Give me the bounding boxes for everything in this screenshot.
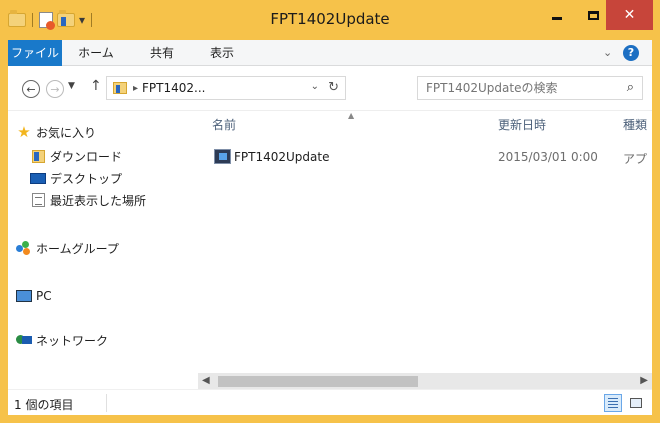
star-icon: ★ — [17, 123, 31, 141]
details-view-button[interactable] — [604, 394, 622, 412]
sidebar-item-label: デスクトップ — [50, 171, 123, 186]
navigation-bar: ← → ▼ ↑ ▸ FPT1402... ⌄ ↻ ⌕ — [8, 66, 652, 110]
file-type: アプ — [623, 152, 648, 166]
sidebar-item-label: PC — [36, 289, 52, 303]
address-bar[interactable]: ▸ FPT1402... ⌄ ↻ — [106, 76, 346, 100]
pc-icon — [16, 288, 32, 304]
file-list: 名前 ▲ 更新日時 種類 FPT1402Update 2015/03/01 0:… — [198, 111, 652, 370]
table-row[interactable]: FPT1402Update 2015/03/01 0:00 アプ — [198, 146, 652, 168]
sidebar-item-downloads[interactable]: ダウンロード — [30, 145, 122, 167]
help-icon[interactable]: ? — [623, 45, 639, 61]
sidebar-item-network[interactable]: ネットワーク — [16, 329, 108, 351]
horizontal-scrollbar[interactable]: ◀ ▶ — [198, 373, 652, 390]
column-header-date[interactable]: 更新日時 — [498, 111, 546, 139]
sidebar-item-label: 最近表示した場所 — [50, 193, 147, 208]
ribbon-tabs: ファイル ホーム 共有 表示 ⌄ ? — [8, 40, 652, 66]
address-dropdown-icon[interactable]: ⌄ — [311, 81, 319, 92]
scroll-right-icon[interactable]: ▶ — [640, 375, 648, 386]
sidebar-item-label: ダウンロード — [50, 149, 123, 164]
scroll-left-icon[interactable]: ◀ — [202, 375, 210, 386]
search-icon[interactable]: ⌕ — [627, 80, 634, 95]
breadcrumb-chevron-icon[interactable]: ▸ — [133, 83, 138, 94]
navigation-pane: ★ お気に入り ダウンロード デスクトップ 最近表示した場所 ホームグループ P… — [8, 111, 198, 390]
close-button[interactable]: ✕ — [606, 0, 653, 30]
sidebar-item-pc[interactable]: PC — [16, 285, 52, 307]
tab-file[interactable]: ファイル — [8, 40, 62, 66]
status-bar: 1 個の項目 — [8, 389, 652, 415]
address-path[interactable]: FPT1402... — [142, 81, 205, 95]
refresh-icon[interactable]: ↻ — [328, 80, 339, 95]
sidebar-item-homegroup[interactable]: ホームグループ — [16, 237, 119, 259]
tab-home[interactable]: ホーム — [70, 40, 122, 66]
close-icon: ✕ — [623, 7, 636, 23]
large-icons-view-button[interactable] — [627, 394, 645, 412]
sidebar-item-label: ホームグループ — [36, 241, 119, 256]
chevron-down-icon[interactable]: ⌄ — [603, 40, 612, 66]
folder-icon — [113, 82, 127, 94]
column-header-name[interactable]: 名前 — [212, 111, 236, 139]
explorer-window: ▾ FPT1402Update ✕ ファイル ホーム 共有 表示 ⌄ ? ← →… — [0, 0, 660, 423]
application-icon — [214, 149, 231, 164]
up-button[interactable]: ↑ — [90, 78, 102, 94]
sidebar-item-label: お気に入り — [36, 125, 97, 140]
back-button[interactable]: ← — [22, 80, 40, 98]
file-date: 2015/03/01 0:00 — [498, 150, 598, 164]
tab-share[interactable]: 共有 — [138, 40, 186, 66]
search-input[interactable] — [426, 81, 606, 95]
minimize-icon — [552, 16, 562, 20]
status-divider — [106, 394, 107, 412]
scrollbar-thumb[interactable] — [218, 376, 418, 387]
recent-places-icon — [30, 192, 46, 208]
network-icon — [16, 332, 32, 348]
title-bar: ▾ FPT1402Update ✕ — [0, 0, 660, 40]
recent-locations-icon[interactable]: ▼ — [68, 81, 75, 91]
file-name[interactable]: FPT1402Update — [234, 150, 329, 164]
sidebar-item-recent[interactable]: 最近表示した場所 — [30, 189, 146, 211]
downloads-folder-icon — [30, 148, 46, 164]
sort-ascending-icon: ▲ — [348, 111, 355, 120]
search-box[interactable]: ⌕ — [417, 76, 643, 100]
sidebar-item-label: ネットワーク — [36, 333, 109, 348]
column-header-type[interactable]: 種類 — [623, 111, 647, 139]
tab-view[interactable]: 表示 — [200, 40, 244, 66]
sidebar-item-favorites[interactable]: ★ お気に入り — [16, 121, 96, 143]
desktop-icon — [30, 170, 46, 186]
content-area: ★ お気に入り ダウンロード デスクトップ 最近表示した場所 ホームグループ P… — [8, 110, 652, 390]
details-view-icon — [608, 398, 618, 408]
large-icons-view-icon — [630, 398, 642, 408]
homegroup-icon — [16, 240, 32, 256]
item-count: 1 個の項目 — [14, 398, 74, 412]
forward-button[interactable]: → — [46, 80, 64, 98]
maximize-icon — [587, 10, 599, 20]
sidebar-item-desktop[interactable]: デスクトップ — [30, 167, 122, 189]
